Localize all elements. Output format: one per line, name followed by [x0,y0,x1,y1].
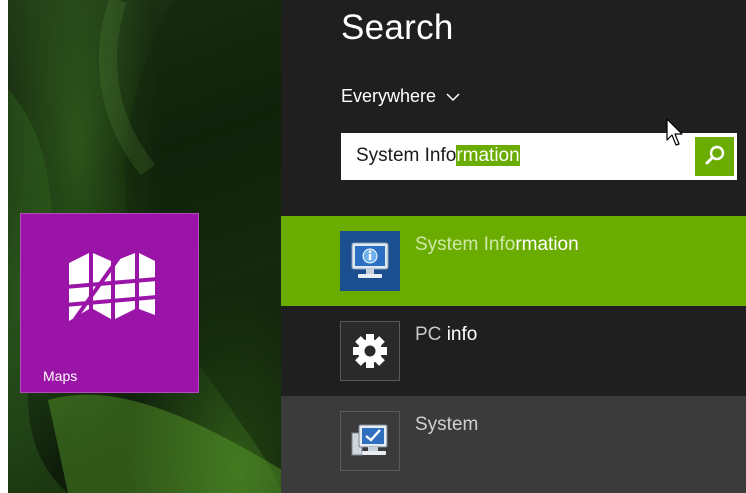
result-label-highlight: rmation [515,234,579,255]
search-title: Search [341,8,454,47]
search-result-system-information[interactable]: System Information [281,216,746,306]
result-label-highlight: info [446,324,478,345]
search-result-pc-info[interactable]: PC info [281,306,746,396]
result-label-match: PC [415,324,447,345]
search-charm-pane: Search Everywhere System Information Sys… [281,0,746,493]
mouse-pointer-icon [666,118,686,152]
result-label: PC info [415,324,477,346]
maps-tile[interactable]: Maps [20,213,199,393]
system-information-icon [340,231,400,291]
result-label: System Information [415,234,579,256]
search-query-typed: System Info [356,145,457,166]
chevron-down-icon [446,86,460,107]
search-scope-label: Everywhere [341,86,437,106]
search-query: System Information [356,145,520,167]
search-scope-dropdown[interactable]: Everywhere [341,86,460,107]
maps-tile-label: Maps [43,368,78,384]
search-result-system[interactable]: System [281,396,746,493]
result-label: System [415,414,479,435]
start-screen-background: Maps [8,0,282,493]
system-computer-icon [340,411,400,471]
search-query-autocomplete: rmation [456,145,520,166]
screen: Maps Search Everywhere System Informatio… [8,0,746,493]
search-icon [704,144,726,170]
result-label-match: System Info [415,234,516,255]
gear-icon [340,321,400,381]
search-button[interactable] [695,137,734,176]
